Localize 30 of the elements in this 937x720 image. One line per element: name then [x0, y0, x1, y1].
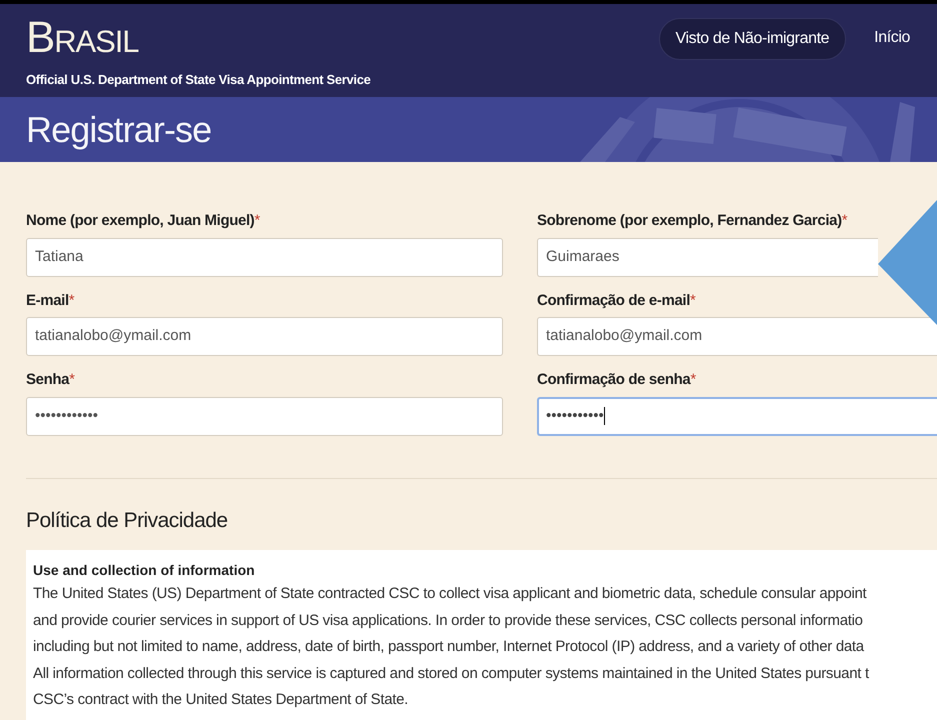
field-label: E-mail	[26, 290, 69, 310]
site-subtitle: Official U.S. Department of State Visa Appointment Service	[26, 71, 371, 89]
required-mark: *	[690, 370, 696, 390]
required-mark: *	[68, 290, 74, 310]
nav-link[interactable]: Início	[874, 18, 910, 58]
input-field[interactable]: tatianalobo@ymail.com	[537, 317, 937, 356]
section-title: Política de Privacidade	[26, 508, 229, 534]
page-title: Registrar-se	[26, 108, 212, 152]
field-label: Senha	[26, 370, 70, 390]
input-field[interactable]: tatianalobo@ymail.com	[26, 317, 503, 356]
field-label: Nome (por exemplo, Juan Miguel)	[26, 211, 254, 231]
input-field[interactable]: ••••••••••••	[26, 396, 503, 436]
privacy-heading: Use and collection of information	[33, 561, 256, 580]
privacy-text-line: including but not limited to name, address, date of birth, passport number, Internet Protocol (IP) address, and a variety of other data	[33, 637, 866, 657]
privacy-text-line: All information collected through this service is captured and stored on computer systems maintained in the United States pursuant t	[33, 664, 870, 684]
required-mark: *	[69, 370, 75, 390]
privacy-text-line: The United States (US) Department of State contracted CSC to collect visa applicant and biometric data, schedule consular appoint	[33, 584, 868, 604]
privacy-text-line: CSC’s contract with the United States Department of State.	[33, 690, 410, 710]
required-mark: *	[842, 211, 848, 231]
field-label: Confirmação de senha	[537, 370, 690, 390]
field-label: Sobrenome (por exemplo, Fernandez Garcia)	[537, 211, 842, 231]
field-label: Confirmação de e-mail	[537, 290, 690, 310]
brand-title: Brasil	[26, 14, 140, 62]
input-field[interactable]: Tatiana	[26, 238, 503, 276]
nav-link[interactable]: Visto de Não-imigrante	[658, 18, 846, 60]
privacy-text-line: and provide courier services in support of US visa applications. In order to provide these services, CSC collects personal informatio	[33, 610, 864, 630]
required-mark: *	[690, 290, 696, 310]
required-mark: *	[254, 211, 260, 231]
input-field[interactable]: •••••••••••	[537, 396, 937, 436]
input-field[interactable]: Guimaraes	[537, 238, 878, 276]
